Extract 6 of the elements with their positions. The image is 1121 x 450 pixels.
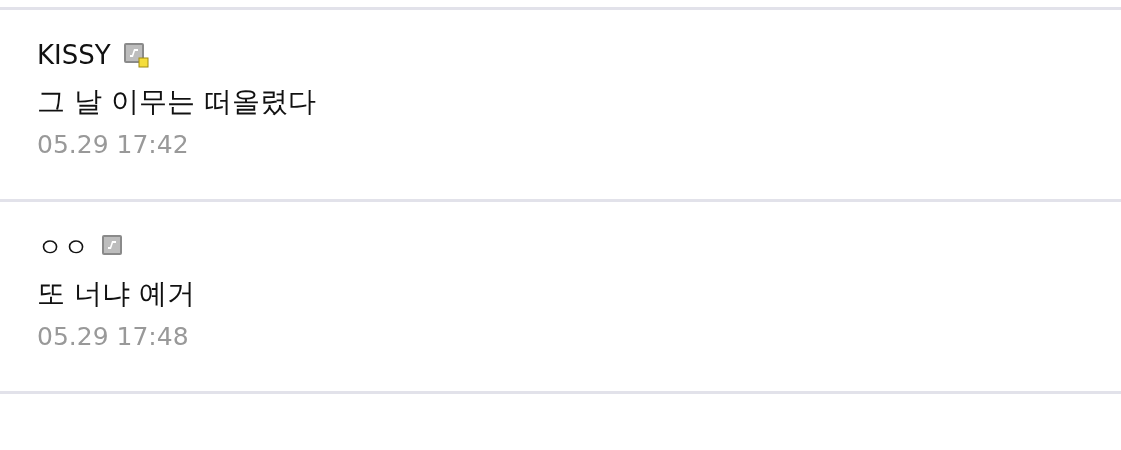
comment-text: 그 날 이무는 떠올렸다 xyxy=(37,84,317,120)
comment-time: 05.29 17:48 xyxy=(37,322,190,351)
comment-author: ㅇㅇ xyxy=(37,230,89,264)
comment-author: KISSY xyxy=(37,40,111,70)
comment-text: 또 너냐 예거 xyxy=(37,276,196,312)
comment-time: 05.29 17:42 xyxy=(37,130,190,159)
